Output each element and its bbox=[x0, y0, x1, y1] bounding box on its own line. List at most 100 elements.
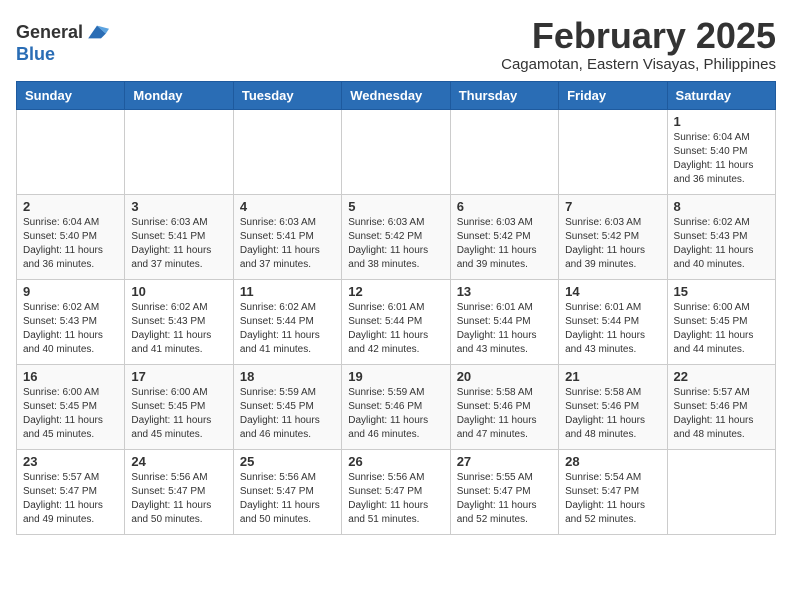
day-number: 16 bbox=[23, 369, 118, 384]
cell-details: Sunrise: 5:55 AM Sunset: 5:47 PM Dayligh… bbox=[457, 471, 552, 527]
weekday-header-saturday: Saturday bbox=[667, 81, 775, 109]
calendar-cell: 17 Sunrise: 6:00 AM Sunset: 5:45 PM Dayli… bbox=[125, 364, 233, 449]
day-number: 9 bbox=[23, 284, 118, 299]
calendar-cell: 4 Sunrise: 6:03 AM Sunset: 5:41 PM Daylig… bbox=[233, 194, 341, 279]
day-number: 13 bbox=[457, 284, 552, 299]
cell-details: Sunrise: 5:59 AM Sunset: 5:45 PM Dayligh… bbox=[240, 386, 335, 442]
calendar-cell bbox=[125, 109, 233, 194]
day-number: 27 bbox=[457, 454, 552, 469]
logo: General Blue bbox=[16, 20, 109, 65]
cell-details: Sunrise: 5:57 AM Sunset: 5:46 PM Dayligh… bbox=[674, 386, 769, 442]
day-number: 4 bbox=[240, 199, 335, 214]
day-number: 17 bbox=[131, 369, 226, 384]
day-number: 12 bbox=[348, 284, 443, 299]
day-number: 28 bbox=[565, 454, 660, 469]
cell-details: Sunrise: 6:04 AM Sunset: 5:40 PM Dayligh… bbox=[23, 216, 118, 272]
day-number: 15 bbox=[674, 284, 769, 299]
day-number: 6 bbox=[457, 199, 552, 214]
calendar-cell: 11Sunrise: 6:02 AM Sunset: 5:44 PM Dayli… bbox=[233, 279, 341, 364]
calendar-cell: 21 Sunrise: 5:58 AM Sunset: 5:46 PM Dayli… bbox=[559, 364, 667, 449]
cell-details: Sunrise: 5:57 AM Sunset: 5:47 PM Dayligh… bbox=[23, 471, 118, 527]
cell-details: Sunrise: 6:02 AM Sunset: 5:43 PM Dayligh… bbox=[23, 301, 118, 357]
cell-details: Sunrise: 6:04 AM Sunset: 5:40 PM Dayligh… bbox=[674, 131, 769, 187]
calendar-cell bbox=[450, 109, 558, 194]
calendar-cell bbox=[559, 109, 667, 194]
logo-icon bbox=[85, 20, 109, 44]
day-number: 14 bbox=[565, 284, 660, 299]
calendar-cell bbox=[667, 449, 775, 534]
cell-details: Sunrise: 6:03 AM Sunset: 5:42 PM Dayligh… bbox=[565, 216, 660, 272]
day-number: 1 bbox=[674, 114, 769, 129]
day-number: 19 bbox=[348, 369, 443, 384]
calendar-cell: 22 Sunrise: 5:57 AM Sunset: 5:46 PM Dayli… bbox=[667, 364, 775, 449]
subtitle: Cagamotan, Eastern Visayas, Philippines bbox=[501, 56, 776, 73]
month-title: February 2025 bbox=[501, 16, 776, 56]
weekday-header-friday: Friday bbox=[559, 81, 667, 109]
weekday-header-sunday: Sunday bbox=[17, 81, 125, 109]
day-number: 21 bbox=[565, 369, 660, 384]
calendar-week-2: 2 Sunrise: 6:04 AM Sunset: 5:40 PM Daylig… bbox=[17, 194, 776, 279]
logo-general: General bbox=[16, 22, 83, 43]
calendar-cell: 13 Sunrise: 6:01 AM Sunset: 5:44 PM Dayli… bbox=[450, 279, 558, 364]
calendar-cell: 7 Sunrise: 6:03 AM Sunset: 5:42 PM Daylig… bbox=[559, 194, 667, 279]
cell-details: Sunrise: 6:01 AM Sunset: 5:44 PM Dayligh… bbox=[565, 301, 660, 357]
calendar-cell: 12 Sunrise: 6:01 AM Sunset: 5:44 PM Dayli… bbox=[342, 279, 450, 364]
calendar-cell: 26 Sunrise: 5:56 AM Sunset: 5:47 PM Dayli… bbox=[342, 449, 450, 534]
cell-details: Sunrise: 6:03 AM Sunset: 5:42 PM Dayligh… bbox=[348, 216, 443, 272]
cell-details: Sunrise: 5:58 AM Sunset: 5:46 PM Dayligh… bbox=[565, 386, 660, 442]
day-number: 2 bbox=[23, 199, 118, 214]
day-number: 18 bbox=[240, 369, 335, 384]
calendar-cell: 10 Sunrise: 6:02 AM Sunset: 5:43 PM Dayli… bbox=[125, 279, 233, 364]
day-number: 24 bbox=[131, 454, 226, 469]
calendar-week-4: 16 Sunrise: 6:00 AM Sunset: 5:45 PM Dayli… bbox=[17, 364, 776, 449]
calendar-cell: 5 Sunrise: 6:03 AM Sunset: 5:42 PM Daylig… bbox=[342, 194, 450, 279]
cell-details: Sunrise: 5:56 AM Sunset: 5:47 PM Dayligh… bbox=[348, 471, 443, 527]
day-number: 26 bbox=[348, 454, 443, 469]
calendar-table: SundayMondayTuesdayWednesdayThursdayFrid… bbox=[16, 81, 776, 535]
calendar-cell: 27 Sunrise: 5:55 AM Sunset: 5:47 PM Dayli… bbox=[450, 449, 558, 534]
weekday-header-wednesday: Wednesday bbox=[342, 81, 450, 109]
calendar-cell: 15Sunrise: 6:00 AM Sunset: 5:45 PM Dayli… bbox=[667, 279, 775, 364]
calendar-cell: 24 Sunrise: 5:56 AM Sunset: 5:47 PM Dayli… bbox=[125, 449, 233, 534]
cell-details: Sunrise: 5:56 AM Sunset: 5:47 PM Dayligh… bbox=[131, 471, 226, 527]
cell-details: Sunrise: 6:03 AM Sunset: 5:42 PM Dayligh… bbox=[457, 216, 552, 272]
calendar-cell: 25 Sunrise: 5:56 AM Sunset: 5:47 PM Dayli… bbox=[233, 449, 341, 534]
cell-details: Sunrise: 6:00 AM Sunset: 5:45 PM Dayligh… bbox=[23, 386, 118, 442]
calendar-cell: 1 Sunrise: 6:04 AM Sunset: 5:40 PM Daylig… bbox=[667, 109, 775, 194]
day-number: 5 bbox=[348, 199, 443, 214]
day-number: 7 bbox=[565, 199, 660, 214]
calendar-cell bbox=[17, 109, 125, 194]
cell-details: Sunrise: 6:03 AM Sunset: 5:41 PM Dayligh… bbox=[131, 216, 226, 272]
calendar-cell: 20 Sunrise: 5:58 AM Sunset: 5:46 PM Dayli… bbox=[450, 364, 558, 449]
calendar-cell: 19Sunrise: 5:59 AM Sunset: 5:46 PM Dayli… bbox=[342, 364, 450, 449]
day-number: 10 bbox=[131, 284, 226, 299]
calendar-cell: 28 Sunrise: 5:54 AM Sunset: 5:47 PM Dayli… bbox=[559, 449, 667, 534]
cell-details: Sunrise: 6:02 AM Sunset: 5:43 PM Dayligh… bbox=[131, 301, 226, 357]
cell-details: Sunrise: 5:56 AM Sunset: 5:47 PM Dayligh… bbox=[240, 471, 335, 527]
cell-details: Sunrise: 6:02 AM Sunset: 5:44 PM Dayligh… bbox=[240, 301, 335, 357]
weekday-header-tuesday: Tuesday bbox=[233, 81, 341, 109]
calendar-week-5: 23Sunrise: 5:57 AM Sunset: 5:47 PM Dayli… bbox=[17, 449, 776, 534]
day-number: 22 bbox=[674, 369, 769, 384]
cell-details: Sunrise: 6:01 AM Sunset: 5:44 PM Dayligh… bbox=[348, 301, 443, 357]
cell-details: Sunrise: 5:54 AM Sunset: 5:47 PM Dayligh… bbox=[565, 471, 660, 527]
cell-details: Sunrise: 6:00 AM Sunset: 5:45 PM Dayligh… bbox=[131, 386, 226, 442]
calendar-cell: 16 Sunrise: 6:00 AM Sunset: 5:45 PM Dayli… bbox=[17, 364, 125, 449]
day-number: 8 bbox=[674, 199, 769, 214]
cell-details: Sunrise: 6:01 AM Sunset: 5:44 PM Dayligh… bbox=[457, 301, 552, 357]
day-number: 3 bbox=[131, 199, 226, 214]
calendar-week-3: 9 Sunrise: 6:02 AM Sunset: 5:43 PM Daylig… bbox=[17, 279, 776, 364]
cell-details: Sunrise: 5:58 AM Sunset: 5:46 PM Dayligh… bbox=[457, 386, 552, 442]
cell-details: Sunrise: 6:02 AM Sunset: 5:43 PM Dayligh… bbox=[674, 216, 769, 272]
weekday-header-thursday: Thursday bbox=[450, 81, 558, 109]
calendar-cell: 9 Sunrise: 6:02 AM Sunset: 5:43 PM Daylig… bbox=[17, 279, 125, 364]
cell-details: Sunrise: 6:03 AM Sunset: 5:41 PM Dayligh… bbox=[240, 216, 335, 272]
logo-blue: Blue bbox=[16, 44, 55, 64]
calendar-cell: 8 Sunrise: 6:02 AM Sunset: 5:43 PM Daylig… bbox=[667, 194, 775, 279]
calendar-cell: 6 Sunrise: 6:03 AM Sunset: 5:42 PM Daylig… bbox=[450, 194, 558, 279]
day-number: 20 bbox=[457, 369, 552, 384]
calendar-week-1: 1 Sunrise: 6:04 AM Sunset: 5:40 PM Daylig… bbox=[17, 109, 776, 194]
day-number: 25 bbox=[240, 454, 335, 469]
calendar-cell bbox=[342, 109, 450, 194]
calendar-cell: 23Sunrise: 5:57 AM Sunset: 5:47 PM Dayli… bbox=[17, 449, 125, 534]
